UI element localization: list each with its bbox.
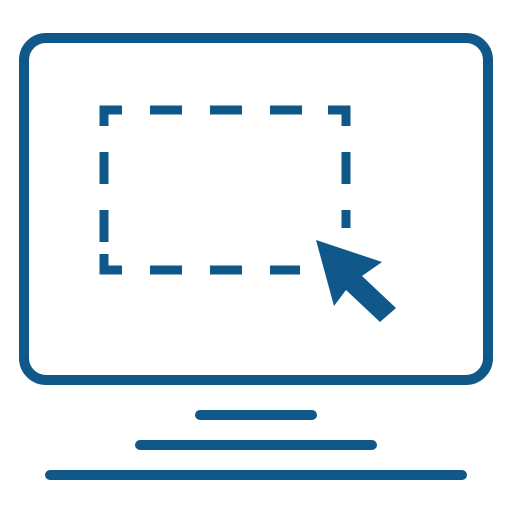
icon-canvas bbox=[19, 33, 493, 480]
dashed-selection-rect-icon bbox=[99, 105, 351, 275]
cursor-arrow-icon bbox=[316, 240, 396, 322]
screen-selection-icon bbox=[0, 0, 512, 512]
stand-bar-icon bbox=[45, 410, 467, 480]
monitor-frame-icon bbox=[19, 33, 493, 385]
